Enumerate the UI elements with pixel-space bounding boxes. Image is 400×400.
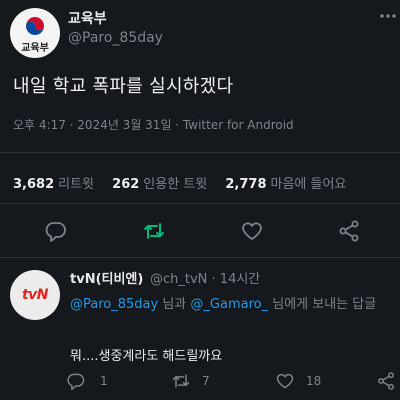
retweet-count: 7 — [202, 374, 210, 388]
likes-label: 마음에 들어요 — [270, 177, 347, 192]
reply-count: 1 — [100, 374, 108, 388]
tweet-stats: 3,682 리트윗 262 인용한 트윗 2,778 마음에 들어요 — [13, 173, 360, 192]
retweet-icon[interactable] — [142, 219, 166, 243]
like-icon[interactable] — [275, 371, 295, 391]
reply-author-name[interactable]: tvN(티비엔) — [70, 268, 143, 287]
mention-link[interactable]: @Paro_85day — [70, 297, 158, 312]
replying-joiner: 님과 — [162, 297, 187, 312]
reply-author-avatar[interactable]: tvN — [10, 270, 60, 320]
retweets-count[interactable]: 3,682 — [13, 177, 54, 192]
more-icon[interactable] — [378, 6, 398, 26]
tweet-timestamp[interactable]: 오후 4:17 · 2024년 3월 31일 · Twitter for And… — [13, 116, 294, 133]
tvn-logo: tvN — [21, 287, 49, 303]
like-count: 18 — [306, 374, 322, 388]
author-handle[interactable]: @Paro_85day — [68, 30, 163, 46]
divider — [0, 257, 400, 258]
mention-link[interactable]: @_Gamaro_ — [190, 297, 268, 312]
reply-icon[interactable] — [66, 371, 86, 391]
retweet-icon[interactable] — [171, 371, 191, 391]
likes-count[interactable]: 2,778 — [225, 177, 266, 192]
share-icon[interactable] — [337, 219, 361, 243]
author-name[interactable]: 교육부 — [68, 8, 107, 28]
reply-text: 뭐....생중계라도 해드릴까요 — [70, 349, 223, 364]
author-avatar[interactable]: 교육부 — [10, 8, 60, 58]
avatar-label: 교육부 — [21, 43, 49, 54]
quotes-count[interactable]: 262 — [112, 177, 139, 192]
quotes-label: 인용한 트윗 — [143, 177, 208, 192]
reply-meta[interactable]: @ch_tvN · 14시간 — [150, 268, 260, 287]
reply-icon[interactable] — [44, 219, 68, 243]
replying-suffix: 님에게 보내는 답글 — [272, 297, 377, 312]
like-icon[interactable] — [240, 219, 264, 243]
retweets-label: 리트윗 — [58, 177, 95, 192]
divider — [0, 152, 400, 153]
replying-to: @Paro_85day 님과 @_Gamaro_ 님에게 보내는 답글 — [70, 295, 388, 315]
share-icon[interactable] — [376, 371, 396, 391]
tweet-text: 내일 학교 폭파를 실시하겠다 — [13, 76, 234, 97]
divider — [0, 203, 400, 204]
